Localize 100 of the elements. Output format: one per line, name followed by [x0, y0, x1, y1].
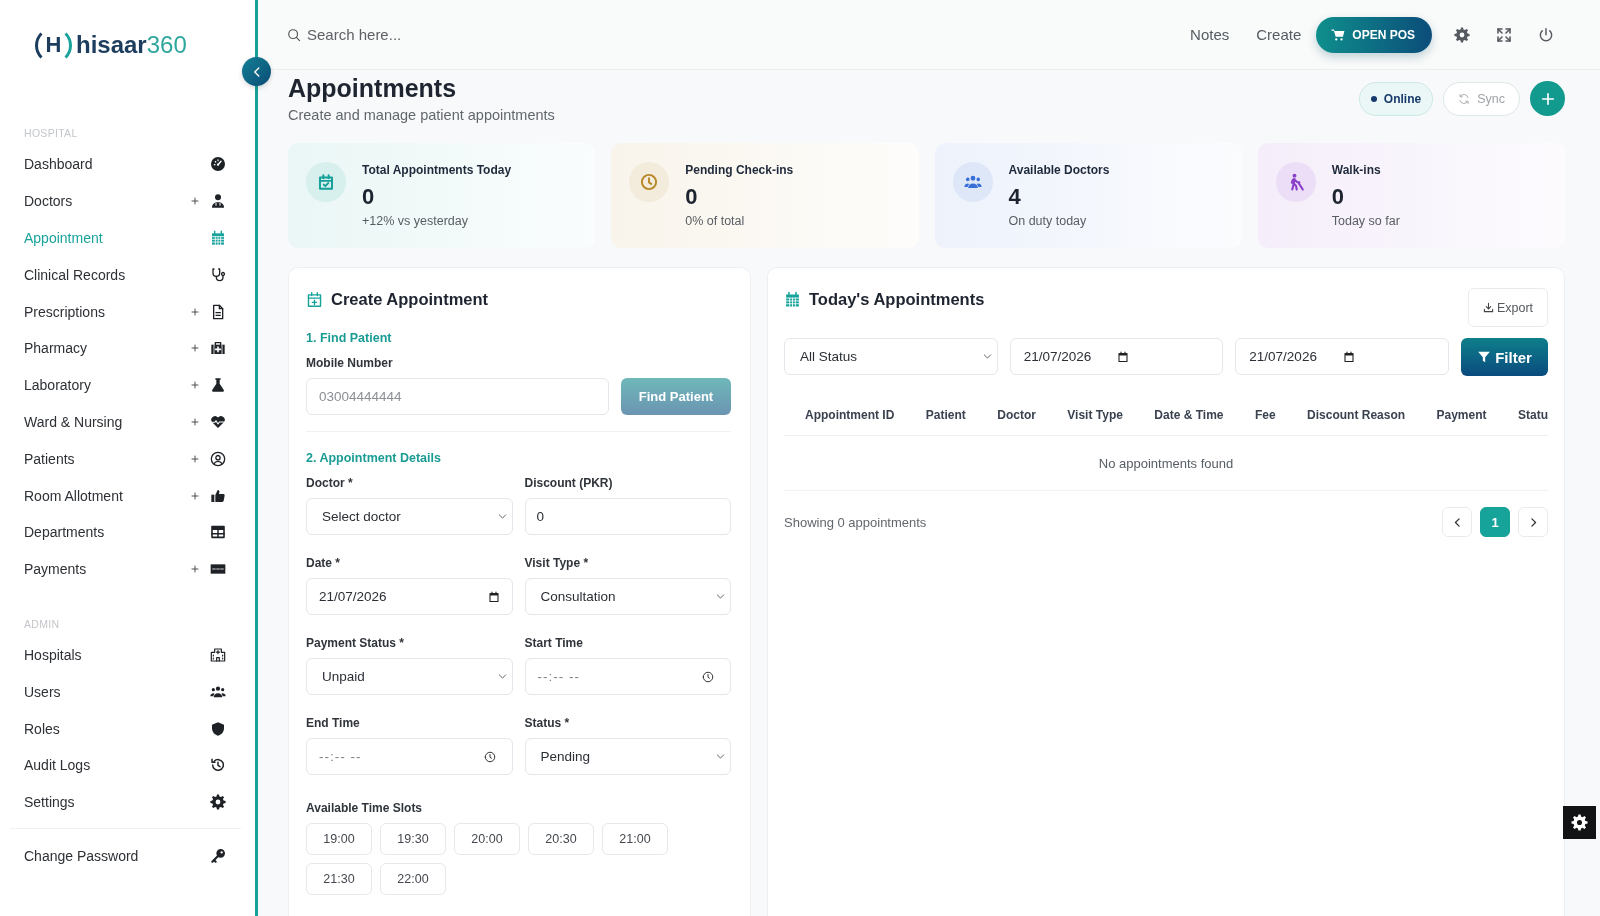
stat-label: Pending Check-ins — [685, 162, 794, 178]
sidebar-item[interactable]: Prescriptions — [24, 293, 226, 330]
settings-icon[interactable] — [1454, 26, 1470, 43]
power-icon[interactable] — [1538, 26, 1554, 43]
calendar-icon — [1117, 350, 1130, 363]
medkit-icon — [210, 340, 226, 357]
stat-value: 4 — [1008, 184, 1022, 210]
sidebar-item[interactable]: Laboratory — [24, 366, 226, 404]
sidebar-item[interactable]: Doctors — [24, 182, 226, 220]
input-field[interactable]: 0 — [524, 498, 731, 535]
filter-button[interactable]: Filter — [1461, 338, 1548, 376]
calendar-icon — [784, 290, 801, 308]
sidebar-item[interactable]: Hospitals — [24, 636, 226, 674]
clock-icon — [629, 162, 670, 202]
doctor-icon — [210, 193, 226, 210]
fullscreen-icon[interactable] — [1496, 26, 1512, 43]
settings-button[interactable] — [1563, 806, 1596, 839]
time-slot[interactable]: 22:00 — [380, 863, 446, 895]
calendar-check-icon — [306, 162, 346, 202]
calendar-icon — [210, 230, 226, 246]
stethoscope-icon — [210, 266, 226, 283]
sidebar-item[interactable]: Settings — [24, 783, 226, 821]
shield-icon — [210, 720, 226, 737]
select-field[interactable]: Unpaid — [306, 658, 513, 695]
heart-pulse-icon — [210, 413, 226, 430]
date-field[interactable]: 21/07/2026 — [306, 578, 513, 615]
sidebar-item[interactable]: Users — [24, 673, 226, 711]
sidebar-item[interactable]: Patients — [24, 440, 226, 478]
logo-mark: H — [35, 26, 72, 64]
stat-value: 0 — [1331, 184, 1345, 210]
time-slot[interactable]: 21:30 — [306, 863, 372, 895]
history-icon — [210, 757, 226, 774]
date-field[interactable]: 21/07/2026 — [1235, 338, 1449, 375]
field-label: Date * — [306, 555, 341, 571]
chevron-down-icon — [715, 591, 726, 602]
key-icon — [210, 847, 226, 864]
column-header: Visit Type — [1067, 408, 1123, 422]
users-icon — [952, 162, 993, 202]
stat-value: 0 — [362, 184, 376, 210]
field-label: Status * — [524, 715, 571, 731]
column-header: Date & Time — [1154, 408, 1224, 422]
date-field[interactable]: 21/07/2026 — [1009, 338, 1224, 375]
export-button[interactable]: Export — [1468, 288, 1548, 327]
sync-icon — [1458, 92, 1471, 105]
stat-note: Today so far — [1331, 213, 1400, 229]
panel-title: Create Appointment — [331, 289, 489, 309]
time-slot[interactable]: 20:30 — [528, 823, 594, 855]
search-field[interactable]: Search here... — [307, 26, 487, 43]
person-cane-icon — [1275, 162, 1316, 202]
select-field[interactable]: Consultation — [524, 578, 731, 615]
sidebar-item[interactable]: Audit Logs — [24, 746, 226, 784]
page-title: Appointments — [288, 73, 458, 103]
sidebar-item[interactable]: Room Allotment — [24, 477, 226, 514]
section-heading: 1. Find Patient — [306, 330, 393, 346]
field-label: End Time — [306, 715, 361, 731]
download-icon — [1482, 302, 1494, 313]
time-field[interactable]: --:-- -- — [306, 738, 513, 775]
sidebar-item[interactable]: Pharmacy — [24, 330, 226, 367]
chevron-down-icon — [715, 751, 726, 762]
field-label: Doctor * — [306, 475, 354, 491]
sidebar-item[interactable]: Ward & Nursing — [24, 403, 226, 441]
add-button[interactable] — [1530, 81, 1565, 116]
section-label: HOSPITAL — [24, 126, 79, 140]
select-field[interactable]: Pending — [524, 738, 731, 775]
flask-icon — [210, 377, 226, 394]
field-label: Available Time Slots — [306, 800, 424, 816]
select-field[interactable]: All Status — [784, 338, 998, 375]
time-slot[interactable]: 19:00 — [306, 823, 372, 855]
field-label: Start Time — [524, 635, 584, 651]
time-slot[interactable]: 20:00 — [454, 823, 520, 855]
stat-note: +12% vs yesterday — [362, 213, 469, 229]
calendar-icon — [1342, 350, 1355, 363]
sidebar-item[interactable]: Dashboard — [24, 146, 226, 183]
sidebar-item[interactable]: Change Password — [24, 837, 226, 875]
time-field[interactable]: --:-- -- — [524, 658, 731, 695]
settings-icon — [1571, 814, 1588, 831]
clock-icon — [702, 670, 714, 683]
chevron-down-icon — [981, 351, 993, 362]
hospital-icon — [210, 646, 226, 663]
chevron-down-icon — [496, 511, 508, 522]
open-pos-button[interactable]: OPEN POS — [1316, 16, 1432, 53]
column-header: Discount Reason — [1307, 408, 1406, 422]
nav-link[interactable]: Create — [1256, 26, 1302, 43]
sidebar-item[interactable]: Clinical Records — [24, 256, 226, 294]
input-field[interactable]: 03004444444 — [306, 378, 609, 415]
column-header: Patient — [925, 408, 966, 422]
field-label: Visit Type * — [524, 555, 590, 571]
time-slot[interactable]: 21:00 — [602, 823, 668, 855]
chevron-down-icon — [496, 671, 508, 682]
time-slot[interactable]: 19:30 — [380, 823, 446, 855]
nav-link[interactable]: Notes — [1190, 26, 1230, 43]
results-summary: Showing 0 appointments — [784, 514, 927, 530]
page-subtitle: Create and manage patient appointments — [288, 106, 555, 124]
sidebar-item[interactable]: Payments — [24, 550, 226, 588]
panel-title: Today's Appointments — [809, 289, 985, 309]
sidebar-item[interactable]: Departments — [24, 513, 226, 551]
settings-icon — [210, 794, 226, 811]
sidebar-item[interactable]: Roles — [24, 710, 226, 747]
select-field[interactable]: Select doctor — [306, 498, 513, 535]
field-label: Discount (PKR) — [524, 475, 614, 491]
